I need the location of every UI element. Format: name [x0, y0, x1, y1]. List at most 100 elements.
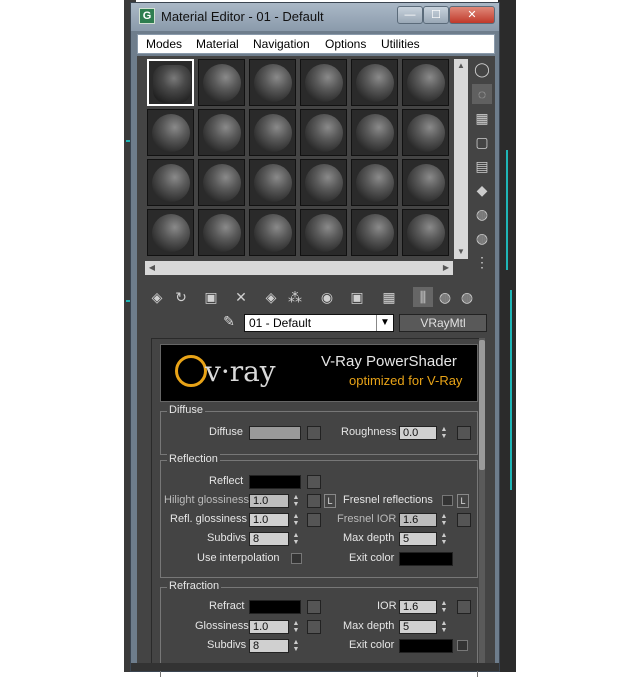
reset-map-icon[interactable]: ✕ [231, 287, 251, 307]
put-to-scene-icon[interactable]: ↻ [171, 287, 191, 307]
sample-slot[interactable] [300, 209, 347, 256]
sample-slot[interactable] [147, 59, 194, 106]
slot-horizontal-scrollbar[interactable]: ◀ ▶ [145, 261, 453, 275]
sample-slot[interactable] [198, 59, 245, 106]
sample-slot[interactable] [300, 59, 347, 106]
menu-modes[interactable]: Modes [146, 37, 182, 51]
sample-slot[interactable] [402, 209, 449, 256]
sample-slot[interactable] [198, 209, 245, 256]
go-forward-to-sibling-icon[interactable]: ◍ [457, 287, 477, 307]
sample-slot[interactable] [147, 159, 194, 206]
show-map-in-viewport-icon[interactable]: ▦ [379, 287, 399, 307]
pick-material-eyedropper-icon[interactable]: ✎ [219, 313, 239, 333]
roughness-spinner[interactable]: 0.0 [399, 426, 437, 440]
video-color-check-icon[interactable]: ▤ [472, 156, 492, 176]
refl-gloss-spinner-arrows-icon[interactable]: ▲ ▼ [291, 513, 301, 527]
app-icon[interactable]: G [139, 8, 155, 24]
minimize-button[interactable]: — [397, 6, 423, 24]
go-to-parent-icon[interactable]: ◍ [435, 287, 455, 307]
refraction-exit-color-swatch[interactable] [399, 639, 453, 653]
rollout-scrollbar-thumb[interactable] [479, 340, 485, 470]
ior-spinner[interactable]: 1.6 [399, 600, 437, 614]
refl-gloss-map-button[interactable] [307, 513, 321, 527]
sample-slot[interactable] [300, 159, 347, 206]
hilight-map-button[interactable] [307, 494, 321, 508]
refraction-gloss-map-button[interactable] [307, 620, 321, 634]
material-type-button[interactable]: VRayMtl [399, 314, 487, 332]
hilight-spinner-arrows-icon[interactable]: ▲ ▼ [291, 494, 301, 508]
ior-map-button[interactable] [457, 600, 471, 614]
sample-uv-tiling-icon[interactable]: ▢ [472, 132, 492, 152]
close-button[interactable]: ✕ [449, 6, 495, 24]
select-by-material-icon[interactable]: ◍ [472, 228, 492, 248]
sample-slot[interactable] [402, 159, 449, 206]
use-interpolation-checkbox[interactable] [291, 553, 302, 564]
fresnel-ior-spinner[interactable]: 1.6 [399, 513, 437, 527]
roughness-map-button[interactable] [457, 426, 471, 440]
assign-to-selection-icon[interactable]: ▣ [201, 287, 221, 307]
sample-slot[interactable] [249, 109, 296, 156]
fresnel-lock-button[interactable]: L [457, 494, 469, 508]
make-preview-icon[interactable]: ◆ [472, 180, 492, 200]
scroll-left-icon[interactable]: ◀ [145, 261, 159, 275]
scroll-down-icon[interactable]: ▼ [454, 245, 468, 259]
sample-slot[interactable] [351, 159, 398, 206]
sample-slot[interactable] [402, 59, 449, 106]
refr-max-depth-spinner-arrows-icon[interactable]: ▲ ▼ [439, 620, 449, 634]
fresnel-ior-spinner-arrows-icon[interactable]: ▲ ▼ [439, 513, 449, 527]
slot-vertical-scrollbar[interactable]: ▲ ▼ [454, 59, 468, 259]
material-map-navigator-icon[interactable]: ⋮ [472, 252, 492, 272]
chevron-down-icon[interactable]: ▼ [376, 315, 393, 331]
sample-slot[interactable] [147, 109, 194, 156]
refl-max-depth-spinner-arrows-icon[interactable]: ▲ ▼ [439, 532, 449, 546]
refl-subdivs-spinner-arrows-icon[interactable]: ▲ ▼ [291, 532, 301, 546]
options-icon[interactable]: ◍ [472, 204, 492, 224]
sample-slot[interactable] [249, 209, 296, 256]
refraction-subdivs-spinner[interactable]: 8 [249, 639, 289, 653]
show-end-result-icon[interactable]: ⫼ [413, 287, 433, 307]
sample-slot[interactable] [351, 59, 398, 106]
material-name-dropdown[interactable]: 01 - Default ▼ [244, 314, 394, 332]
sample-type-sphere-icon[interactable]: ◯ [472, 59, 492, 79]
sample-slot[interactable] [147, 209, 194, 256]
refraction-exit-color-checkbox[interactable] [457, 640, 468, 651]
make-copy-icon[interactable]: ◈ [261, 287, 281, 307]
diffuse-map-button[interactable] [307, 426, 321, 440]
sample-slot[interactable] [351, 209, 398, 256]
fresnel-reflections-checkbox[interactable] [442, 495, 453, 506]
sample-slot[interactable] [249, 159, 296, 206]
make-unique-icon[interactable]: ⁂ [285, 287, 305, 307]
put-to-library-icon[interactable]: ◉ [317, 287, 337, 307]
material-id-channel-icon[interactable]: ▣ [347, 287, 367, 307]
sample-slot[interactable] [249, 59, 296, 106]
reflection-subdivs-spinner[interactable]: 8 [249, 532, 289, 546]
refraction-glossiness-spinner[interactable]: 1.0 [249, 620, 289, 634]
refr-subdivs-spinner-arrows-icon[interactable]: ▲ ▼ [291, 639, 301, 653]
reflect-color-swatch[interactable] [249, 475, 301, 489]
sample-slot[interactable] [198, 159, 245, 206]
ior-spinner-arrows-icon[interactable]: ▲ ▼ [439, 600, 449, 614]
menu-options[interactable]: Options [325, 37, 366, 51]
menu-utilities[interactable]: Utilities [381, 37, 420, 51]
diffuse-color-swatch[interactable] [249, 426, 301, 440]
sample-slot[interactable] [198, 109, 245, 156]
sample-slot[interactable] [402, 109, 449, 156]
roughness-spinner-arrows-icon[interactable]: ▲ ▼ [439, 426, 449, 440]
sample-slot[interactable] [300, 109, 347, 156]
title-bar[interactable]: G Material Editor - 01 - Default — ☐ ✕ [131, 3, 499, 31]
menu-material[interactable]: Material [196, 37, 239, 51]
reflect-map-button[interactable] [307, 475, 321, 489]
hilight-lock-button[interactable]: L [324, 494, 336, 508]
refr-gloss-spinner-arrows-icon[interactable]: ▲ ▼ [291, 620, 301, 634]
get-material-icon[interactable]: ◈ [147, 287, 167, 307]
scroll-right-icon[interactable]: ▶ [439, 261, 453, 275]
refraction-max-depth-spinner[interactable]: 5 [399, 620, 437, 634]
sample-slot[interactable] [351, 109, 398, 156]
maximize-button[interactable]: ☐ [423, 6, 449, 24]
scroll-up-icon[interactable]: ▲ [454, 59, 468, 73]
reflection-max-depth-spinner[interactable]: 5 [399, 532, 437, 546]
backlight-icon[interactable]: ◌ [472, 84, 492, 104]
refl-glossiness-spinner[interactable]: 1.0 [249, 513, 289, 527]
refract-color-swatch[interactable] [249, 600, 301, 614]
reflection-exit-color-swatch[interactable] [399, 552, 453, 566]
